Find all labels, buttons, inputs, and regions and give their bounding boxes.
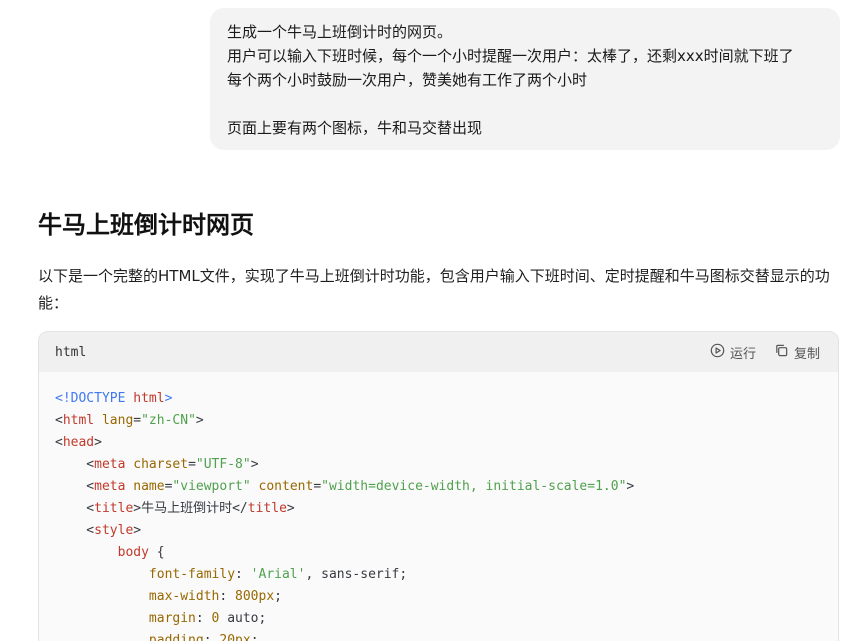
code-token: style <box>94 523 134 538</box>
code-token: : <box>195 611 212 626</box>
code-token: >牛马上班倒计时</ <box>133 501 248 516</box>
code-token: meta <box>94 479 126 494</box>
code-token: ; <box>274 589 282 604</box>
code-token: content <box>258 479 314 494</box>
code-token: : <box>235 567 251 582</box>
copy-icon <box>774 343 789 362</box>
code-language-label: html <box>55 344 87 360</box>
code-line: max-width: 800px; <box>55 586 822 608</box>
play-circle-icon <box>710 343 725 362</box>
code-token: html <box>133 391 165 406</box>
code-line: margin: 0 auto; <box>55 608 822 630</box>
code-token: "zh-CN" <box>141 413 196 428</box>
code-line: <meta charset="UTF-8"> <box>55 454 822 476</box>
code-token: title <box>247 501 287 516</box>
code-token: margin <box>148 611 196 626</box>
code-block-header: html 运行 复制 <box>39 332 838 372</box>
code-block: html 运行 复制 <!DOCTYPE html> <html lang="z… <box>38 331 839 641</box>
run-button[interactable]: 运行 <box>710 343 756 362</box>
code-token: > <box>164 391 173 406</box>
user-message-bubble: 生成一个牛马上班倒计时的网页。 用户可以输入下班时候，每个一个小时提醒一次用户：… <box>210 8 840 150</box>
code-token: < <box>55 523 95 538</box>
code-token: > <box>195 413 204 428</box>
code-line: <html lang="zh-CN"> <box>55 410 822 432</box>
code-token: : <box>203 633 220 641</box>
code-token: > <box>133 523 142 538</box>
code-token: = <box>313 479 322 494</box>
code-line: <style> <box>55 520 822 542</box>
code-token: charset <box>133 457 189 472</box>
code-token: = <box>133 413 142 428</box>
code-token: auto; <box>219 611 267 626</box>
code-token: : <box>219 589 236 604</box>
code-token: , sans-serif; <box>305 567 408 582</box>
code-line: font-family: 'Arial', sans-serif; <box>55 564 822 586</box>
code-token: = <box>188 457 196 472</box>
user-message-line: 每个两个小时鼓励一次用户，赞美她有工作了两个小时 <box>227 71 588 89</box>
code-token: "width=device-width, initial-scale=1.0" <box>321 479 627 494</box>
code-line: body { <box>55 542 822 564</box>
answer-title: 牛马上班倒计时网页 <box>38 211 254 239</box>
user-message-line: 用户可以输入下班时候，每个一个小时提醒一次用户：太棒了，还剩xxx时间就下班了 <box>227 47 794 65</box>
code-token: < <box>55 413 63 428</box>
code-token: html <box>62 413 95 428</box>
user-message-line: 页面上要有两个图标，牛和马交替出现 <box>227 119 483 137</box>
code-token: < <box>55 457 95 472</box>
code-token: 'Arial' <box>250 567 306 582</box>
code-token: padding <box>148 633 204 641</box>
run-label: 运行 <box>729 346 756 362</box>
code-token: lang <box>101 413 134 428</box>
code-token: < <box>55 501 95 516</box>
code-token: body <box>117 545 149 560</box>
code-token: > <box>250 457 259 472</box>
code-token: 800px <box>235 589 275 604</box>
code-line: <meta name="viewport" content="width=dev… <box>55 476 822 498</box>
answer-intro: 以下是一个完整的HTML文件，实现了牛马上班倒计时功能，包含用户输入下班时间、定… <box>38 267 830 312</box>
code-token: "viewport" <box>172 479 251 494</box>
code-line: <!DOCTYPE html> <box>55 388 822 410</box>
code-token: font-family <box>148 567 236 582</box>
copy-button[interactable]: 复制 <box>774 343 820 362</box>
code-line: <head> <box>55 432 822 454</box>
code-line: padding: 20px; <box>55 630 822 641</box>
code-token: head <box>62 435 95 450</box>
code-token: { <box>148 545 165 560</box>
code-token: 20px <box>219 633 251 641</box>
code-token: max-width <box>148 589 220 604</box>
code-line: <title>牛马上班倒计时</title> <box>55 498 822 520</box>
code-token: > <box>94 435 102 450</box>
code-token: <!DOCTYPE <box>55 391 134 406</box>
code-block-actions: 运行 复制 <box>710 343 820 362</box>
code-token: > <box>626 479 635 494</box>
code-token: > <box>286 501 295 516</box>
code-token: meta <box>94 457 126 472</box>
copy-label: 复制 <box>793 346 820 362</box>
user-message-line: 生成一个牛马上班倒计时的网页。 <box>227 23 453 41</box>
code-token: < <box>55 479 95 494</box>
code-token: name <box>133 479 165 494</box>
code-token: "UTF-8" <box>195 457 251 472</box>
user-message-line <box>227 92 824 116</box>
code-token: < <box>55 435 63 450</box>
code-token: ; <box>250 633 259 641</box>
code-token: title <box>94 501 134 516</box>
code-content: <!DOCTYPE html> <html lang="zh-CN"> <head>… <box>39 372 838 641</box>
chat-page: 生成一个牛马上班倒计时的网页。 用户可以输入下班时候，每个一个小时提醒一次用户：… <box>0 0 864 641</box>
